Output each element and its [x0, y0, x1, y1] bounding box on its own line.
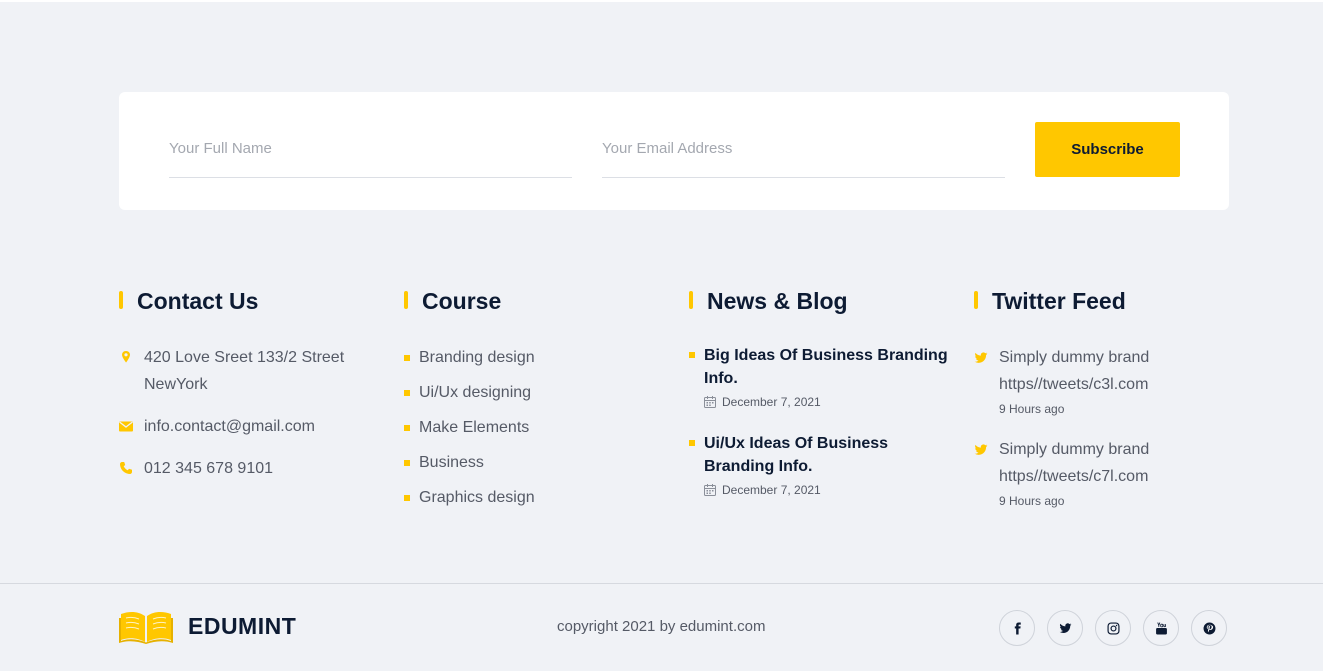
tweet-link[interactable]: https//tweets/c3l.com	[999, 371, 1234, 398]
title-accent-bar	[119, 291, 123, 309]
contact-column: Contact Us 420 Love Sreet 133/2 Street N…	[119, 288, 389, 477]
news-item: Big Ideas Of Business Branding Info. Dec…	[689, 344, 959, 432]
news-list: Big Ideas Of Business Branding Info. Dec…	[689, 344, 959, 520]
contact-list: 420 Love Sreet 133/2 Street NewYork info…	[119, 344, 389, 482]
email-text: info.contact@gmail.com	[144, 418, 315, 435]
youtube-icon	[1155, 621, 1167, 634]
bullet-square	[689, 352, 695, 358]
brand-name: EDUMINT	[188, 612, 297, 639]
twitter-bird-icon	[974, 352, 988, 363]
twitter-title: Twitter Feed	[974, 288, 1234, 314]
contact-address: 420 Love Sreet 133/2 Street NewYork	[119, 344, 389, 398]
tweet-link[interactable]: https//tweets/c7l.com	[999, 463, 1234, 490]
news-post-title[interactable]: Ui/Ux Ideas Of Business Branding Info.	[704, 432, 959, 478]
news-item: Ui/Ux Ideas Of Business Branding Info. D…	[689, 432, 959, 520]
social-links	[999, 610, 1227, 646]
copyright-text: copyright 2021 by edumint.com	[557, 618, 766, 635]
course-column: Course Branding design Ui/Ux designing M…	[404, 288, 674, 506]
news-column: News & Blog Big Ideas Of Business Brandi…	[689, 288, 959, 497]
news-title: News & Blog	[689, 288, 959, 314]
contact-title: Contact Us	[119, 288, 389, 314]
twitter-button[interactable]	[1047, 610, 1083, 646]
bullet-square	[404, 390, 410, 396]
course-title: Course	[404, 288, 674, 314]
phone-icon	[120, 462, 132, 474]
subscribe-form: Subscribe	[119, 92, 1229, 210]
course-link-make-elements[interactable]: Make Elements	[404, 416, 535, 451]
subscribe-button[interactable]: Subscribe	[1035, 122, 1180, 177]
address-line-1: 420 Love Sreet 133/2 Street	[144, 349, 345, 366]
footer-divider	[0, 583, 1323, 584]
instagram-button[interactable]	[1095, 610, 1131, 646]
facebook-icon	[1014, 622, 1021, 634]
instagram-icon	[1106, 621, 1120, 635]
calendar-icon	[704, 484, 716, 496]
calendar-icon	[704, 396, 716, 408]
course-link-business[interactable]: Business	[404, 451, 535, 486]
tweet-time: 9 Hours ago	[999, 402, 1065, 416]
tweet-time: 9 Hours ago	[999, 494, 1065, 508]
course-list: Branding design Ui/Ux designing Make Ele…	[404, 346, 535, 521]
news-post-date: December 7, 2021	[704, 482, 959, 498]
news-post-title[interactable]: Big Ideas Of Business Branding Info.	[704, 344, 959, 390]
youtube-button[interactable]	[1143, 610, 1179, 646]
envelope-icon	[119, 421, 133, 432]
address-line-2: NewYork	[144, 376, 208, 393]
map-pin-icon	[122, 351, 130, 363]
twitter-column: Twitter Feed Simply dummy brand https//t…	[974, 288, 1234, 508]
tweet-item: Simply dummy brand https//tweets/c7l.com…	[974, 436, 1234, 528]
email-input[interactable]	[602, 120, 1005, 178]
twitter-bird-icon	[974, 444, 988, 455]
news-post-date: December 7, 2021	[704, 394, 959, 410]
facebook-button[interactable]	[999, 610, 1035, 646]
full-name-input[interactable]	[169, 120, 572, 178]
brand-logo-link[interactable]: EDUMINT	[119, 608, 296, 644]
course-link-graphics-design[interactable]: Graphics design	[404, 486, 535, 521]
twitter-icon	[1059, 622, 1071, 633]
tweet-list: Simply dummy brand https//tweets/c3l.com…	[974, 344, 1234, 528]
course-link-uiux-designing[interactable]: Ui/Ux designing	[404, 381, 535, 416]
phone-text: 012 345 678 9101	[144, 460, 274, 477]
pinterest-icon	[1203, 622, 1215, 634]
title-accent-bar	[689, 291, 693, 309]
title-accent-bar	[974, 291, 978, 309]
pinterest-button[interactable]	[1191, 610, 1227, 646]
bullet-square	[689, 440, 695, 446]
contact-phone[interactable]: 012 345 678 9101	[119, 455, 389, 482]
bullet-square	[404, 355, 410, 361]
tweet-text: Simply dummy brand	[999, 441, 1150, 458]
open-book-logo-icon	[119, 611, 173, 644]
course-link-branding-design[interactable]: Branding design	[404, 346, 535, 381]
contact-email[interactable]: info.contact@gmail.com	[119, 413, 389, 440]
bullet-square	[404, 495, 410, 501]
tweet-text: Simply dummy brand	[999, 349, 1150, 366]
tweet-item: Simply dummy brand https//tweets/c3l.com…	[974, 344, 1234, 436]
bullet-square	[404, 425, 410, 431]
bullet-square	[404, 460, 410, 466]
title-accent-bar	[404, 291, 408, 309]
top-strip	[0, 0, 1323, 2]
